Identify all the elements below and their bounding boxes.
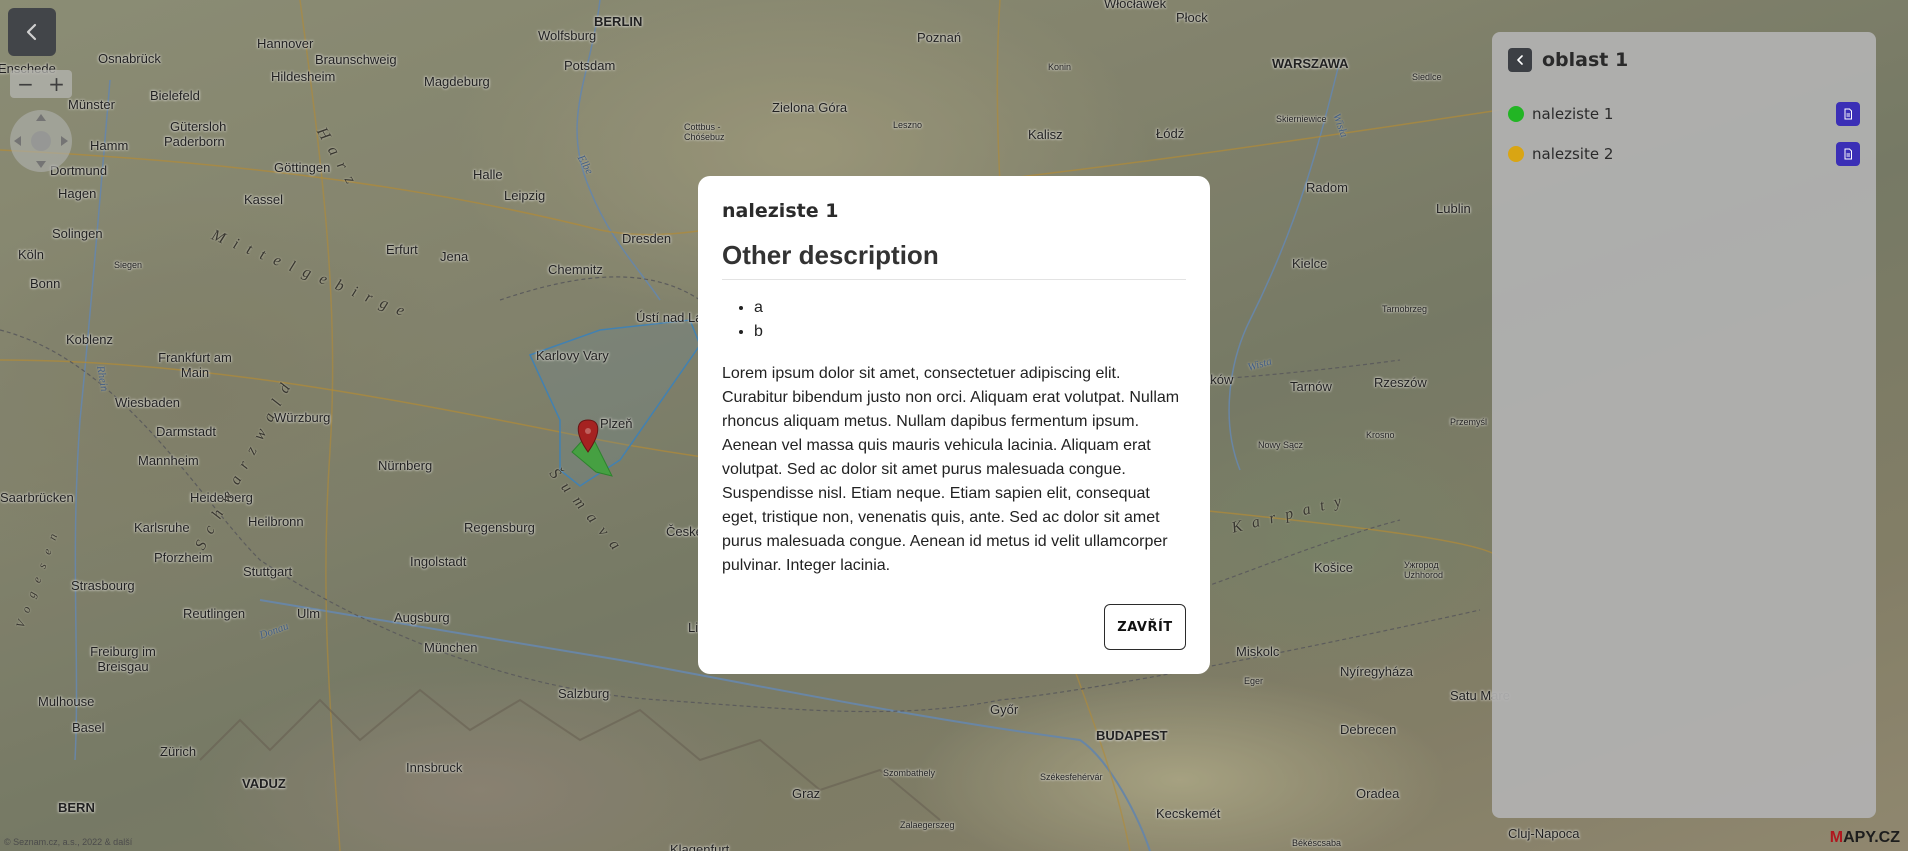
document-button[interactable] (1836, 102, 1860, 126)
site-list-item[interactable]: nalezsite 2 (1508, 134, 1860, 174)
status-dot (1508, 146, 1524, 162)
document-icon (1844, 148, 1852, 160)
modal-heading: Other description (722, 240, 1186, 280)
document-button[interactable] (1836, 142, 1860, 166)
status-dot (1508, 106, 1524, 122)
site-list-item[interactable]: naleziste 1 (1508, 94, 1860, 134)
site-list: naleziste 1 nalezsite 2 (1508, 94, 1860, 174)
site-list-item-label: naleziste 1 (1532, 105, 1614, 123)
list-item: b (754, 320, 1186, 344)
modal-bullet-list: a b (722, 296, 1186, 344)
site-list-item-label: nalezsite 2 (1532, 145, 1614, 163)
modal-subtitle: naleziste 1 (722, 200, 839, 222)
modal-paragraph: Lorem ipsum dolor sit amet, consectetuer… (722, 365, 1180, 574)
panel-title: oblast 1 (1542, 49, 1629, 71)
panel-back-button[interactable] (1508, 48, 1532, 72)
document-icon (1844, 108, 1852, 120)
site-detail-modal: naleziste 1 Other description a b Lorem … (698, 176, 1210, 674)
side-panel: oblast 1 naleziste 1 nalezsite 2 (1492, 32, 1876, 818)
list-item: a (754, 296, 1186, 320)
close-button[interactable]: ZAVŘÍT (1104, 604, 1186, 650)
panel-header: oblast 1 (1508, 48, 1628, 72)
chevron-left-icon (1517, 55, 1523, 65)
